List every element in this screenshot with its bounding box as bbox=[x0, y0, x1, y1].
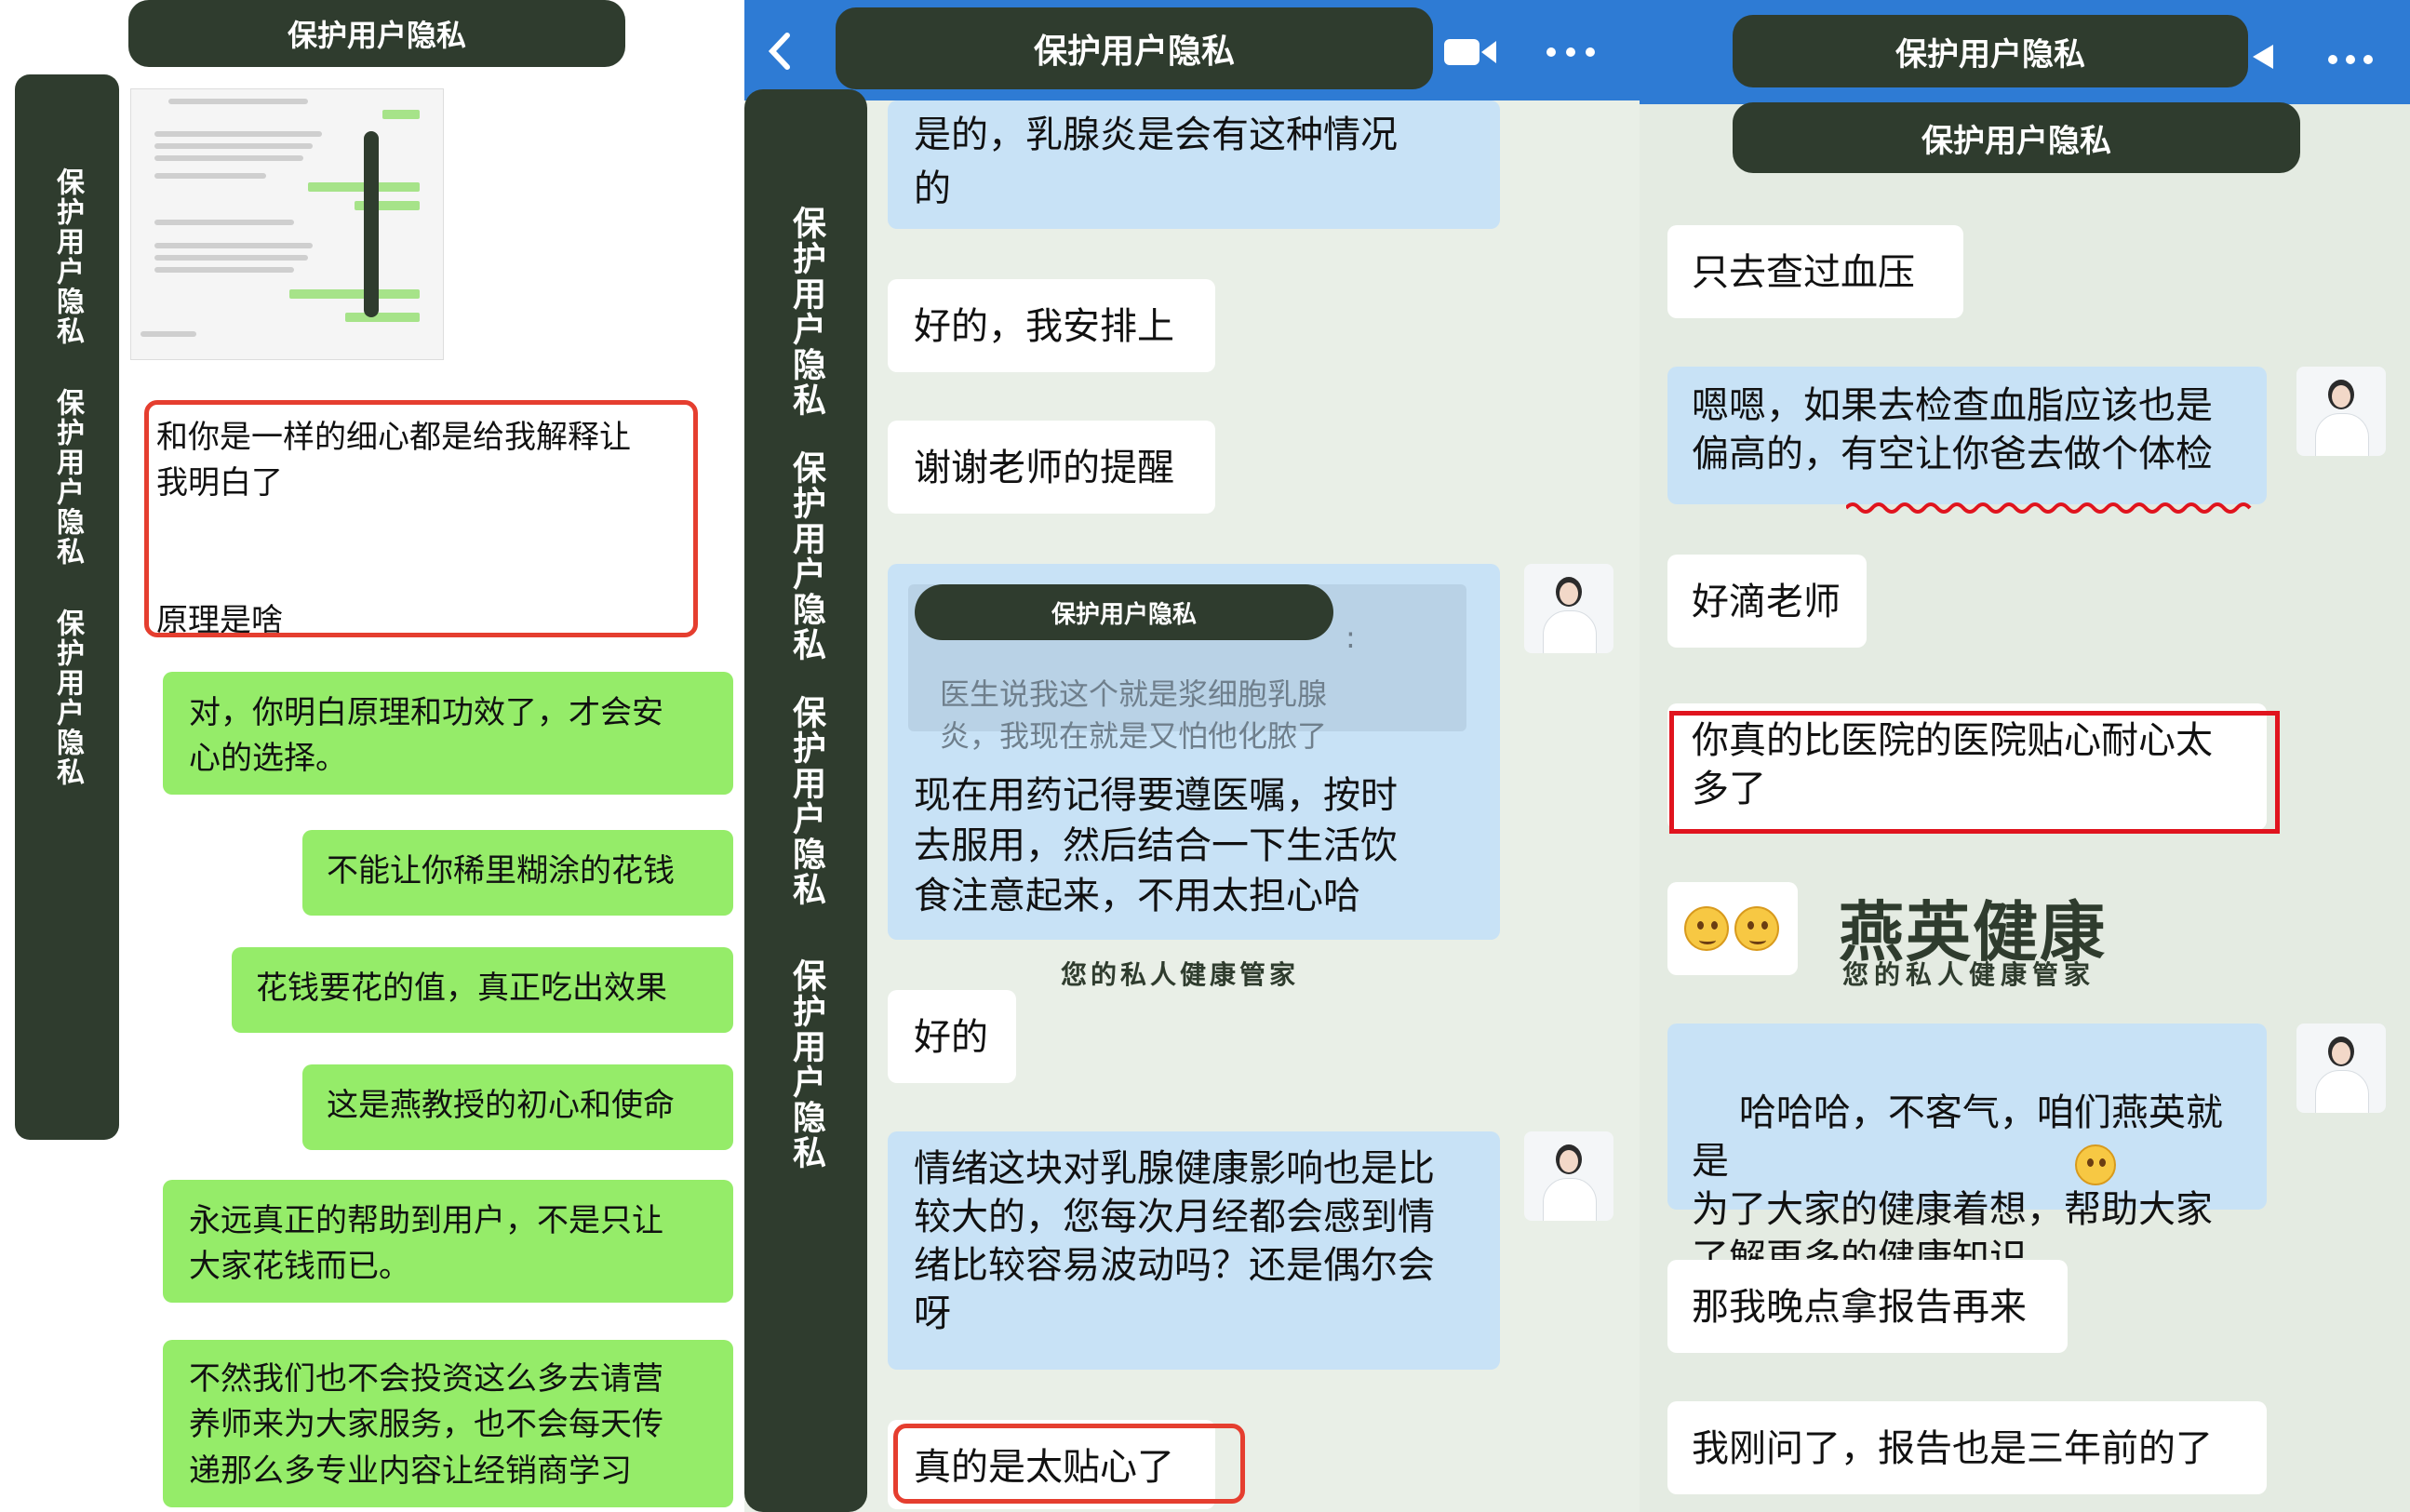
incoming-message: 哈哈哈，不客气，咱们燕英就是 为了大家的健康着想，帮助大家 了解更多的健康知识 bbox=[1667, 1024, 2267, 1279]
smile-emoji-icon bbox=[2075, 1144, 2116, 1185]
embedded-chat-screenshot bbox=[130, 88, 444, 360]
more-icon[interactable] bbox=[2326, 52, 2375, 65]
more-icon[interactable] bbox=[1545, 45, 1597, 58]
outgoing-message: 不然我们也不会投资这么多去请营 养师来为大家服务，也不会每天传 递那么多专业内容… bbox=[163, 1340, 733, 1507]
chat-panel-middle: 保护用户隐私 保护用户隐私 保护用户隐私 保护用户隐私 保护用户隐私 是的，乳腺… bbox=[744, 0, 1640, 1512]
message-text: 哈哈哈，不客气，咱们燕英就是 为了大家的健康着想，帮助大家 了解更多的健康知识 bbox=[1692, 1091, 2223, 1279]
highlight-box bbox=[1669, 711, 2280, 834]
privacy-banner-header: 保护用户隐私 bbox=[836, 7, 1433, 89]
quote-text: 医生说我这个就是浆细胞乳腺 炎，我现在就是又怕他化脓了 bbox=[940, 676, 1328, 754]
outgoing-message: 好滴老师 bbox=[1667, 555, 1867, 648]
spellcheck-underline bbox=[1846, 502, 2252, 514]
outgoing-message: 不能让你稀里糊涂的花钱 bbox=[302, 830, 733, 916]
outgoing-message: 永远真正的帮助到用户，不是只让 大家花钱而已。 bbox=[163, 1180, 733, 1303]
privacy-side-strip: 保护用户隐私 保护用户隐私 保护用户隐私 保护用户隐私 bbox=[744, 89, 867, 1512]
outgoing-message: 那我晚点拿报告再来 bbox=[1667, 1260, 2068, 1353]
outgoing-message: 只去查过血压 bbox=[1667, 225, 1963, 318]
advisor-avatar bbox=[2296, 1024, 2386, 1113]
incoming-message: 是的，乳腺炎是会有这种情况 的 bbox=[888, 100, 1500, 229]
video-call-icon[interactable] bbox=[1442, 33, 1498, 71]
privacy-label: 保护用户隐私 bbox=[51, 388, 84, 567]
outgoing-message: 我刚问了，报告也是三年前的了 bbox=[1667, 1401, 2267, 1494]
advisor-avatar bbox=[1524, 1131, 1613, 1221]
privacy-label: 保护用户隐私 bbox=[787, 958, 825, 1171]
reply-text: 现在用药记得要遵医嘱，按时 去服用，然后结合一下生活饮 食注意起来，不用太担心哈 bbox=[914, 774, 1398, 917]
incoming-message: 情绪这块对乳腺健康影响也是比 较大的，您每次月经都会感到情 绪比较容易波动吗？还… bbox=[888, 1131, 1500, 1370]
privacy-label: 保护用户隐私 bbox=[51, 167, 84, 346]
privacy-label: 保护用户隐私 bbox=[787, 206, 825, 418]
outgoing-message: 花钱要花的值，真正吃出效果 bbox=[232, 947, 733, 1033]
privacy-label: 保护用户隐私 bbox=[51, 609, 84, 787]
outgoing-message: 对，你明白原理和功效了，才会安 心的选择。 bbox=[163, 672, 733, 795]
highlight-box bbox=[144, 400, 698, 637]
advisor-avatar bbox=[1524, 564, 1613, 653]
privacy-banner-subheader: 保护用户隐私 bbox=[1733, 102, 2300, 173]
chat-panel-left: 保护用户隐私 保护用户隐私 保护用户隐私 保护用户隐私 和你是一样的细心都是给我… bbox=[0, 0, 744, 1512]
thinking-emoji-icon bbox=[1734, 906, 1779, 951]
brand-logo-subtitle: 您的私人健康管家 bbox=[1842, 959, 2096, 990]
back-icon[interactable] bbox=[761, 28, 798, 74]
privacy-banner-top: 保护用户隐私 bbox=[128, 0, 625, 67]
thinking-emoji-icon bbox=[1684, 906, 1729, 951]
advisor-avatar bbox=[2296, 367, 2386, 456]
watermark-subtitle: 您的私人健康管家 bbox=[1061, 959, 1300, 990]
privacy-label: 保护用户隐私 bbox=[787, 695, 825, 907]
privacy-banner-header: 保护用户隐私 bbox=[1733, 15, 2248, 87]
highlight-box bbox=[893, 1424, 1245, 1504]
emoji-message bbox=[1667, 882, 1798, 975]
chat-panel-right: 保护用户隐私 保护用户隐私 只去查过血压 嗯嗯，如果去检查血脂应该也是 偏高的，… bbox=[1640, 0, 2410, 1512]
outgoing-message: 这是燕教授的初心和使命 bbox=[302, 1064, 733, 1150]
outgoing-message: 谢谢老师的提醒 bbox=[888, 421, 1215, 514]
outgoing-message: 好的，我安排上 bbox=[888, 279, 1215, 372]
incoming-message: 嗯嗯，如果去检查血脂应该也是 偏高的，有空让你爸去做个体检 bbox=[1667, 367, 2267, 504]
privacy-side-strip: 保护用户隐私 保护用户隐私 保护用户隐私 bbox=[15, 74, 119, 1140]
quote-suffix: : bbox=[1346, 620, 1356, 655]
privacy-label: 保护用户隐私 bbox=[787, 450, 825, 662]
video-call-icon[interactable] bbox=[2249, 41, 2277, 73]
privacy-banner-overlay: 保护用户隐私 bbox=[915, 584, 1333, 640]
outgoing-message: 好的 bbox=[888, 990, 1016, 1083]
